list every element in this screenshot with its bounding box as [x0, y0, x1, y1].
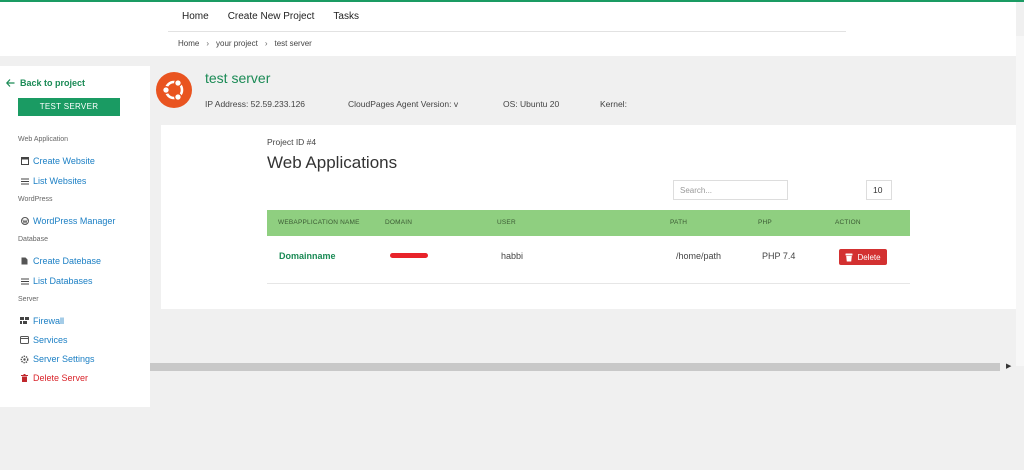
sidebar-item-label: Server Settings	[33, 354, 95, 364]
arrow-left-icon	[6, 79, 15, 87]
webapp-name-link[interactable]: Domainname	[279, 251, 336, 261]
ip-address: IP Address: 52.59.233.126	[205, 99, 306, 109]
web-applications-panel: Project ID #4 Web Applications 10 WEBAPP…	[161, 125, 1016, 309]
services-icon	[20, 336, 29, 345]
vertical-scrollbar-track[interactable]	[1016, 36, 1024, 366]
sidebar-item-firewall[interactable]: Firewall	[20, 316, 64, 326]
server-header: test server IP Address: 52.59.233.126 Cl…	[150, 66, 1016, 120]
sidebar-item-label: Firewall	[33, 316, 65, 326]
page-title: Web Applications	[267, 153, 398, 172]
trash-icon	[845, 253, 853, 261]
sidebar-item-delete-server[interactable]: Delete Server	[20, 373, 88, 383]
sidebar-item-list-websites[interactable]: List Websites	[20, 176, 86, 186]
os-version: OS: Ubuntu 20	[503, 99, 560, 109]
horizontal-scrollbar[interactable]	[150, 363, 1000, 371]
agent-version: CloudPages Agent Version: v	[348, 99, 459, 109]
sidebar-item-wordpress-manager[interactable]: WordPress Manager	[20, 216, 115, 226]
document-icon	[20, 257, 29, 266]
breadcrumb: Home › your project › test server	[178, 39, 312, 48]
webapp-user: habbi	[501, 251, 524, 261]
header-action[interactable]: ACTION	[835, 219, 861, 226]
section-web-application: Web Application	[18, 136, 69, 143]
main-nav: Home Create New Project Tasks	[182, 11, 359, 22]
sidebar: Back to project TEST SERVER Web Applicat…	[0, 66, 150, 407]
section-database: Database	[18, 236, 48, 243]
header-php[interactable]: PHP	[758, 219, 772, 226]
sidebar-item-label: List Databases	[33, 276, 93, 286]
header-domain[interactable]: DOMAIN	[385, 219, 412, 226]
delete-button-label: Delete	[857, 252, 881, 262]
sidebar-item-server-settings[interactable]: Server Settings	[20, 354, 95, 364]
sidebar-item-services[interactable]: Services	[20, 335, 68, 345]
server-name: test server	[205, 70, 271, 86]
list-icon	[20, 177, 29, 186]
back-to-project-label: Back to project	[20, 78, 86, 88]
breadcrumb-project[interactable]: your project	[216, 39, 258, 48]
webapp-php: PHP 7.4	[762, 251, 796, 261]
sidebar-item-label: WordPress Manager	[33, 216, 116, 226]
kernel-version: Kernel:	[600, 99, 627, 109]
nav-home[interactable]: Home	[182, 11, 209, 22]
webapp-path: /home/path	[676, 251, 722, 261]
section-wordpress: WordPress	[18, 196, 53, 203]
nav-create-new-project[interactable]: Create New Project	[228, 11, 315, 22]
nav-tasks[interactable]: Tasks	[333, 11, 359, 22]
trash-icon	[20, 374, 29, 383]
sidebar-item-list-databases[interactable]: List Databases	[20, 276, 93, 286]
table-row: Domainname habbi /home/path PHP 7.4 Dele…	[267, 236, 910, 284]
back-to-project-link[interactable]: Back to project	[6, 78, 85, 88]
sidebar-item-label: List Websites	[33, 176, 87, 186]
sidebar-item-label: Create Datebase	[33, 256, 102, 266]
sidebar-item-create-website[interactable]: Create Website	[20, 156, 95, 166]
breadcrumb-server: test server	[274, 39, 312, 48]
nav-divider	[168, 31, 846, 32]
firewall-icon	[20, 317, 29, 326]
list-icon	[20, 277, 29, 286]
header-webapplication-name[interactable]: WEBAPPLICATION NAME	[278, 219, 360, 226]
sidebar-item-create-database[interactable]: Create Datebase	[20, 256, 101, 266]
delete-button[interactable]: Delete	[839, 249, 887, 265]
section-server: Server	[18, 296, 39, 303]
window-icon	[20, 157, 29, 166]
scroll-right-arrow-icon[interactable]: ▶	[1006, 362, 1011, 370]
breadcrumb-home[interactable]: Home	[178, 39, 199, 48]
ubuntu-logo-icon	[156, 72, 192, 108]
test-server-button[interactable]: TEST SERVER	[18, 98, 120, 116]
project-id: Project ID #4	[267, 137, 317, 147]
sidebar-item-label: Delete Server	[33, 373, 89, 383]
breadcrumb-separator: ›	[206, 39, 210, 48]
table-header: WEBAPPLICATION NAME DOMAIN USER PATH PHP…	[267, 210, 910, 236]
gear-icon	[20, 355, 29, 364]
header-user[interactable]: USER	[497, 219, 516, 226]
sidebar-item-label: Services	[33, 335, 68, 345]
top-header: Home Create New Project Tasks Home › you…	[0, 2, 1016, 56]
header-path[interactable]: PATH	[670, 219, 687, 226]
wordpress-icon	[20, 217, 29, 226]
page-size-select[interactable]: 10	[866, 180, 892, 200]
breadcrumb-separator: ›	[264, 39, 268, 48]
sidebar-item-label: Create Website	[33, 156, 95, 166]
redacted-domain	[390, 253, 428, 258]
search-input[interactable]	[673, 180, 788, 200]
